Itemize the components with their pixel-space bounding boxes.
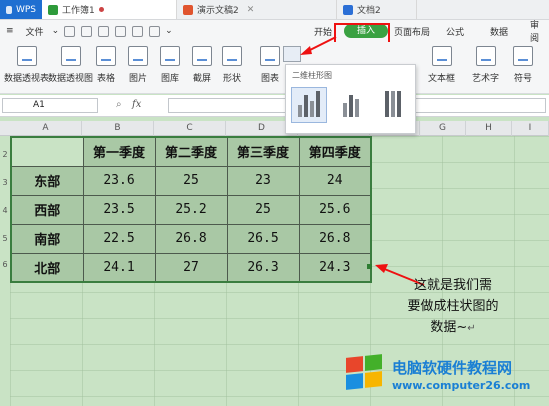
paragraph-mark-icon: ↵ bbox=[467, 323, 476, 334]
arrow-head-icon bbox=[300, 46, 312, 55]
annotation-line-1: 这就是我们需 bbox=[413, 278, 492, 293]
annotation-arrows bbox=[300, 36, 425, 286]
windows-logo-icon bbox=[346, 354, 384, 391]
annotation-line-2: 要做成柱状图的 bbox=[407, 299, 499, 314]
watermark-title: 电脑软硬件教程网 bbox=[392, 359, 513, 377]
annotation-note: 这就是我们需 要做成柱状图的 数据~↵ bbox=[378, 275, 528, 339]
annotation-line-3: 数据~ bbox=[430, 320, 468, 335]
annotation-line-3-wrap: 数据~↵ bbox=[378, 317, 528, 339]
arrow-head-icon bbox=[375, 264, 388, 273]
watermark: 电脑软硬件教程网 www.computer26.com bbox=[340, 354, 549, 406]
watermark-url: www.computer26.com bbox=[392, 379, 531, 392]
